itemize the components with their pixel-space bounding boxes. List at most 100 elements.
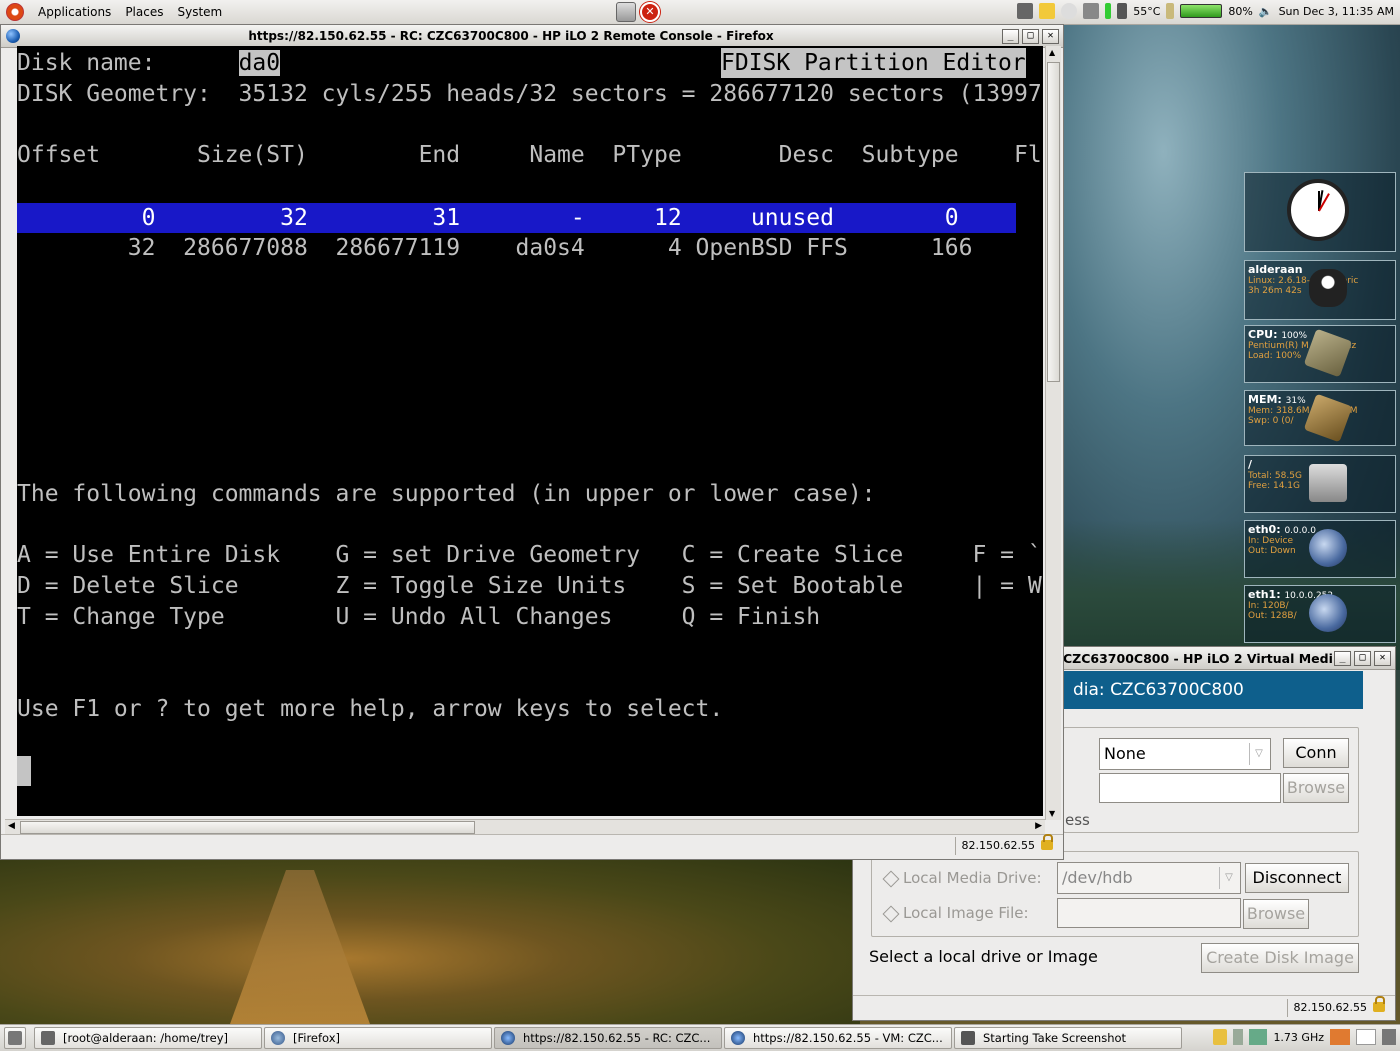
top-panel: Applications Places System ✕ 55°C 80% 🔈 … <box>0 0 1400 25</box>
vertical-scrollbar[interactable]: ▲ ▼ <box>1045 46 1061 820</box>
firefox-icon <box>6 29 20 43</box>
folder-icon[interactable] <box>1039 3 1056 19</box>
vm-device-combo-value: None <box>1104 744 1146 763</box>
bottom-taskbar: [root@alderaan: /home/trey] [Firefox] ht… <box>0 1024 1400 1051</box>
vertical-scroll-thumb[interactable] <box>1047 62 1060 382</box>
commands-line-2: D = Delete Slice Z = Toggle Size Units S… <box>17 573 1043 599</box>
local-media-drive-radio[interactable]: Local Media Drive: <box>882 869 1042 887</box>
taskbar-item-screenshot[interactable]: Starting Take Screenshot <box>954 1027 1182 1049</box>
notes-icon[interactable] <box>1213 1029 1228 1045</box>
taskbar-item-label: Starting Take Screenshot <box>983 1031 1127 1045</box>
editor-title: FDISK Partition Editor <box>721 48 1026 78</box>
show-desktop-button[interactable] <box>4 1027 26 1049</box>
printer-icon[interactable] <box>1083 3 1100 19</box>
remote-console-screen[interactable]: Disk name: da0 FDISK Partition Editor DI… <box>17 46 1043 816</box>
lock-icon <box>1373 996 1385 1012</box>
maximize-button[interactable]: □ <box>1354 650 1371 666</box>
cpu-frequency: 1.73 GHz <box>1273 1030 1324 1044</box>
camera-icon <box>961 1031 975 1045</box>
scroll-right-arrow-icon[interactable]: ▶ <box>1035 821 1042 831</box>
thermometer-icon <box>1166 3 1175 19</box>
maximize-button[interactable]: □ <box>1022 28 1039 44</box>
minimize-button[interactable]: _ <box>1002 28 1019 44</box>
bottom-tray: 1.73 GHz <box>1213 1029 1396 1045</box>
close-button[interactable]: ✕ <box>1042 28 1059 44</box>
table-row-selected[interactable]: 0 32 31 - 12 unused 0 <box>17 203 1016 233</box>
sensor-icon <box>1117 3 1128 19</box>
mem-title: MEM: <box>1248 393 1282 406</box>
menu-applications[interactable]: Applications <box>38 5 111 19</box>
mute-icon[interactable]: ✕ <box>640 2 660 22</box>
eth0-ip: 0.0.0.0 <box>1284 526 1316 536</box>
disconnect-button[interactable]: Disconnect <box>1245 863 1349 893</box>
workspace-2-icon[interactable] <box>1356 1029 1376 1045</box>
commands-intro: The following commands are supported (in… <box>17 481 876 507</box>
trash-icon[interactable] <box>1233 1029 1244 1045</box>
radio-diamond-icon <box>882 905 900 922</box>
workspace-1-icon[interactable] <box>1330 1029 1350 1045</box>
battery-percent: 80% <box>1228 4 1253 18</box>
disk-name-label: Disk name: <box>17 50 239 76</box>
commands-line-3: T = Change Type U = Undo All Changes Q =… <box>17 604 821 630</box>
local-image-file-radio[interactable]: Local Image File: <box>882 904 1029 922</box>
signal-icon[interactable] <box>1105 3 1112 19</box>
horizontal-scrollbar[interactable]: ◀ ▶ <box>5 819 1045 835</box>
vm-status-ip: 82.150.62.55 <box>1286 996 1389 1017</box>
disk-widget: / Total: 58.5G Free: 14.1G <box>1244 455 1396 513</box>
eth0-widget: eth0: 0.0.0.0 In: Device Out: Down <box>1244 520 1396 578</box>
host-widget: alderaan Linux: 2.6.18-10-generic 3h 26m… <box>1244 260 1396 320</box>
table-row-0: 0 32 31 - 12 unused 0 <box>17 205 959 231</box>
taskbar-item-terminal[interactable]: [root@alderaan: /home/trey] <box>34 1027 262 1049</box>
temperature-readout: 55°C <box>1133 4 1161 18</box>
taskbar-item-remote-console[interactable]: https://82.150.62.55 - RC: CZC... <box>494 1027 722 1049</box>
console-window-title: https://82.150.62.55 - RC: CZC63700C800 … <box>248 29 774 43</box>
console-statusbar: 82.150.62.55 <box>1 834 1063 859</box>
volume-icon[interactable]: 🔈 <box>1259 5 1273 18</box>
cpu-freq-icon[interactable] <box>1249 1029 1268 1045</box>
browse-button-local[interactable]: Browse <box>1243 899 1309 929</box>
vm-select-hint: Select a local drive or Image <box>869 947 1098 966</box>
monitor-icon[interactable] <box>1017 3 1034 19</box>
cpu-widget: CPU: 100% Pentium(R) M - 1.73GHz Load: 1… <box>1244 325 1396 383</box>
firefox-icon <box>501 1031 515 1045</box>
calculator-icon[interactable] <box>616 2 636 22</box>
panel-launchers: ✕ <box>616 2 660 22</box>
disk-geometry-line: DISK Geometry: 35132 cyls/255 heads/32 s… <box>17 81 1043 107</box>
panel-clock[interactable]: Sun Dec 3, 11:35 AM <box>1279 5 1394 18</box>
battery-icon[interactable] <box>1180 4 1223 18</box>
disk-name-line: Disk name: da0 <box>17 48 281 78</box>
minimize-button[interactable]: _ <box>1334 650 1351 666</box>
weather-icon[interactable] <box>1061 3 1078 19</box>
eth1-widget: eth1: 10.0.0.252 In: 120B/ Out: 128B/ <box>1244 585 1396 643</box>
console-status-ip: 82.150.62.55 <box>954 834 1057 855</box>
menu-system[interactable]: System <box>177 5 222 19</box>
hard-drive-icon <box>1309 464 1347 502</box>
analog-clock-icon <box>1287 179 1349 241</box>
desktop-icon <box>8 1031 22 1045</box>
taskbar-item-firefox[interactable]: [Firefox] <box>264 1027 492 1049</box>
taskbar-item-virtual-media[interactable]: https://82.150.62.55 - VM: CZC... <box>724 1027 952 1049</box>
console-titlebar[interactable]: https://82.150.62.55 - RC: CZC63700C800 … <box>1 25 1063 48</box>
vm-device-combo[interactable]: None ▽ <box>1099 738 1271 770</box>
vm-url-field[interactable] <box>1099 773 1281 803</box>
browse-button-remote[interactable]: Browse <box>1283 773 1349 803</box>
vm-status-ip-text: 82.150.62.55 <box>1293 1001 1367 1014</box>
scroll-left-arrow-icon[interactable]: ◀ <box>8 821 15 831</box>
local-media-drive-combo[interactable]: /dev/hdb ▽ <box>1057 862 1241 894</box>
table-row[interactable]: 32 286677088 286677119 da0s4 4 OpenBSD F… <box>17 233 973 263</box>
local-image-file-field[interactable] <box>1057 898 1241 928</box>
scroll-up-arrow-icon[interactable]: ▲ <box>1049 48 1055 57</box>
menu-places[interactable]: Places <box>125 5 163 19</box>
create-disk-image-button[interactable]: Create Disk Image <box>1201 943 1359 973</box>
ubuntu-logo-icon[interactable] <box>6 3 24 21</box>
close-button[interactable]: ✕ <box>1374 650 1391 666</box>
tux-penguin-icon <box>1309 269 1347 307</box>
vm-window-title: CZC63700C800 - HP iLO 2 Virtual Medi <box>1063 650 1333 666</box>
horizontal-scroll-thumb[interactable] <box>20 821 475 834</box>
network-globe-icon <box>1309 594 1347 632</box>
console-status-ip-text: 82.150.62.55 <box>961 839 1035 852</box>
scroll-down-arrow-icon[interactable]: ▼ <box>1049 809 1055 818</box>
connect-button[interactable]: Conn <box>1283 738 1349 768</box>
trash-can-icon[interactable] <box>1382 1029 1396 1045</box>
memory-widget: MEM: 31% Mem: 318.6M / 1010.3M Swp: 0 (0… <box>1244 390 1396 446</box>
